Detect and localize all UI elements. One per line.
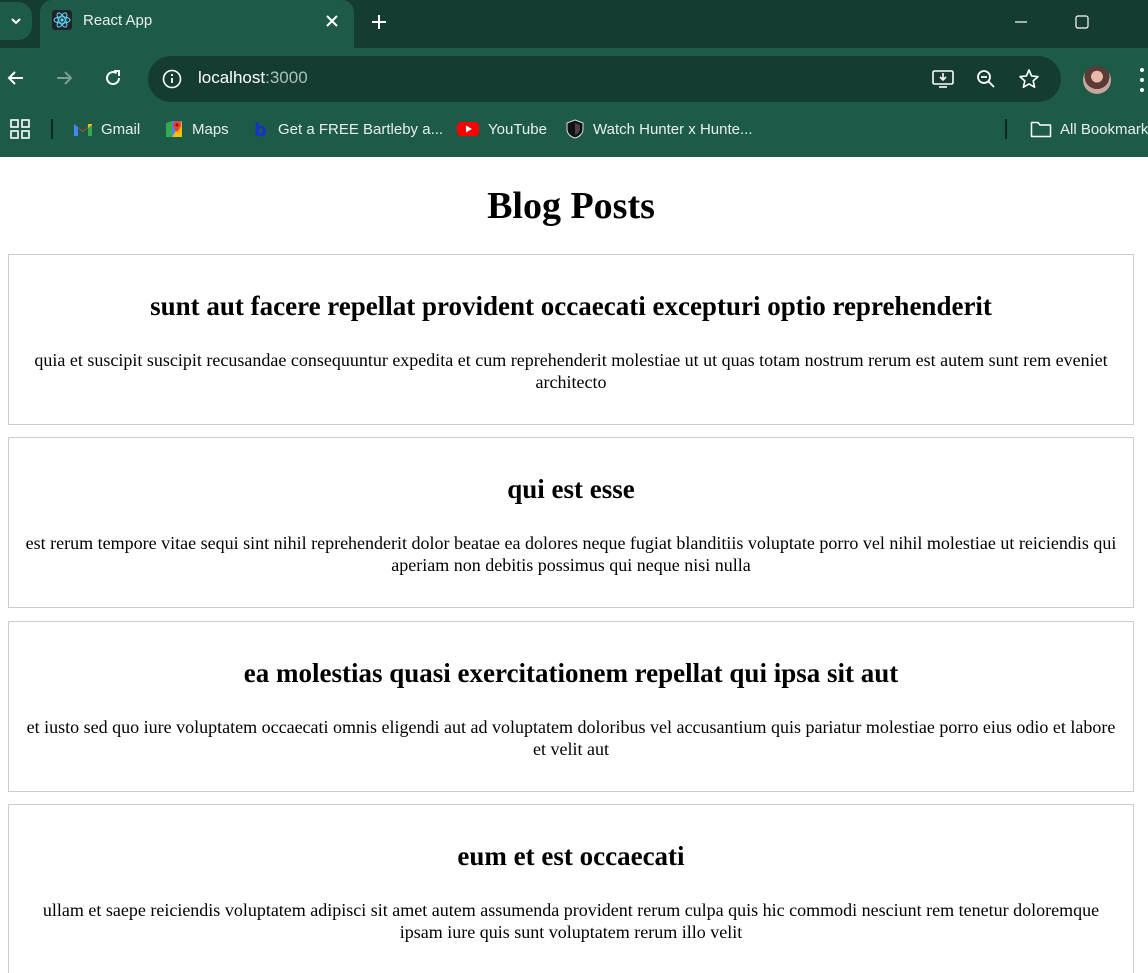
menu-dot: [1140, 78, 1144, 82]
reload-button[interactable]: [99, 64, 127, 92]
all-bookmarks-label: All Bookmarks: [1060, 120, 1148, 138]
plus-icon: [372, 15, 386, 29]
apps-button[interactable]: [10, 117, 30, 141]
forward-button[interactable]: [50, 64, 78, 92]
svg-text:b: b: [254, 120, 267, 139]
shield-icon: [566, 119, 584, 139]
post-body: est rerum tempore vitae sequi sint nihil…: [25, 533, 1117, 575]
bookmark-gmail[interactable]: Gmail: [73, 117, 140, 141]
react-icon: [52, 10, 72, 30]
forward-icon: [57, 71, 73, 85]
browser-chrome: React App localhost:3000 Gmail Maps b Ge…: [0, 0, 1148, 157]
bookmark-maps[interactable]: Maps: [164, 117, 229, 141]
post-body: quia et suscipit suscipit recusandae con…: [34, 350, 1108, 392]
back-button[interactable]: [2, 64, 30, 92]
menu-dot: [1140, 88, 1144, 92]
tab-strip: React App: [0, 0, 1148, 48]
bookmark-label: Gmail: [101, 120, 141, 138]
zoom-button[interactable]: [972, 65, 1000, 93]
menu-dot: [1140, 68, 1144, 72]
back-icon: [7, 71, 23, 85]
post-title: eum et est occaecati: [457, 841, 685, 871]
install-icon: [932, 70, 954, 88]
star-icon: [1019, 69, 1039, 88]
browser-toolbar: localhost:3000: [0, 48, 1148, 110]
close-tab-button[interactable]: [322, 11, 342, 31]
maximize-icon: [1075, 15, 1089, 29]
post-title: sunt aut facere repellat provident occae…: [150, 291, 992, 321]
close-icon: [326, 15, 338, 27]
minimize-button[interactable]: [1006, 8, 1036, 36]
reload-icon: [106, 70, 121, 86]
avatar[interactable]: [1083, 66, 1111, 94]
bookmark-label: Watch Hunter x Hunte...: [593, 120, 753, 138]
bookmark-label: Maps: [192, 120, 229, 138]
tab-title: React App: [83, 12, 153, 29]
bookmarks-divider: [51, 119, 53, 139]
maps-icon: [166, 121, 182, 137]
blog-post: eum et est occaecati ullam et saepe reic…: [8, 804, 1134, 973]
zoom-icon: [977, 70, 995, 88]
new-tab-button[interactable]: [366, 9, 392, 35]
apps-grid-icon: [10, 119, 30, 139]
bookmark-bartleby[interactable]: b Get a FREE Bartleby a...: [250, 117, 443, 141]
all-bookmarks-button[interactable]: All Bookmarks: [1030, 117, 1148, 141]
url-host: localhost: [198, 68, 266, 87]
active-tab[interactable]: React App: [40, 0, 354, 48]
minimize-icon: [1015, 21, 1027, 23]
bartleby-icon: b: [254, 120, 267, 139]
blog-post: ea molestias quasi exercitationem repell…: [8, 621, 1134, 792]
bookmark-label: YouTube: [488, 120, 547, 138]
menu-icon[interactable]: [1137, 68, 1147, 92]
page-content: Blog Posts sunt aut facere repellat prov…: [0, 157, 1148, 973]
bookmarks-divider: [1005, 119, 1007, 139]
post-title: qui est esse: [507, 474, 635, 504]
post-body: ullam et saepe reiciendis voluptatem adi…: [42, 900, 1100, 942]
address-bar[interactable]: localhost:3000: [148, 56, 1061, 102]
blog-post: sunt aut facere repellat provident occae…: [8, 254, 1134, 425]
url-port: :3000: [265, 68, 308, 87]
bookmark-label: Get a FREE Bartleby a...: [278, 120, 444, 138]
site-info-button[interactable]: [158, 65, 186, 93]
chevron-down-icon: [11, 18, 21, 25]
page-title: Blog Posts: [487, 185, 655, 227]
install-app-button[interactable]: [929, 65, 957, 93]
site-info-icon: [162, 69, 182, 89]
blog-post: qui est esse est rerum tempore vitae seq…: [8, 437, 1134, 608]
post-body: et iusto sed quo iure voluptatem occaeca…: [26, 717, 1116, 759]
gmail-icon: [74, 124, 92, 136]
bookmark-star-button[interactable]: [1015, 65, 1043, 93]
maximize-button[interactable]: [1067, 8, 1097, 36]
bookmark-hunter[interactable]: Watch Hunter x Hunte...: [565, 117, 753, 141]
bookmark-youtube[interactable]: YouTube: [456, 117, 547, 141]
bookmarks-bar: Gmail Maps b Get a FREE Bartleby a... Yo…: [0, 110, 1148, 148]
tab-search-button[interactable]: [0, 2, 32, 40]
post-title: ea molestias quasi exercitationem repell…: [243, 658, 899, 688]
url-text: localhost:3000: [198, 68, 308, 88]
folder-icon: [1030, 121, 1052, 138]
youtube-icon: [457, 122, 479, 136]
